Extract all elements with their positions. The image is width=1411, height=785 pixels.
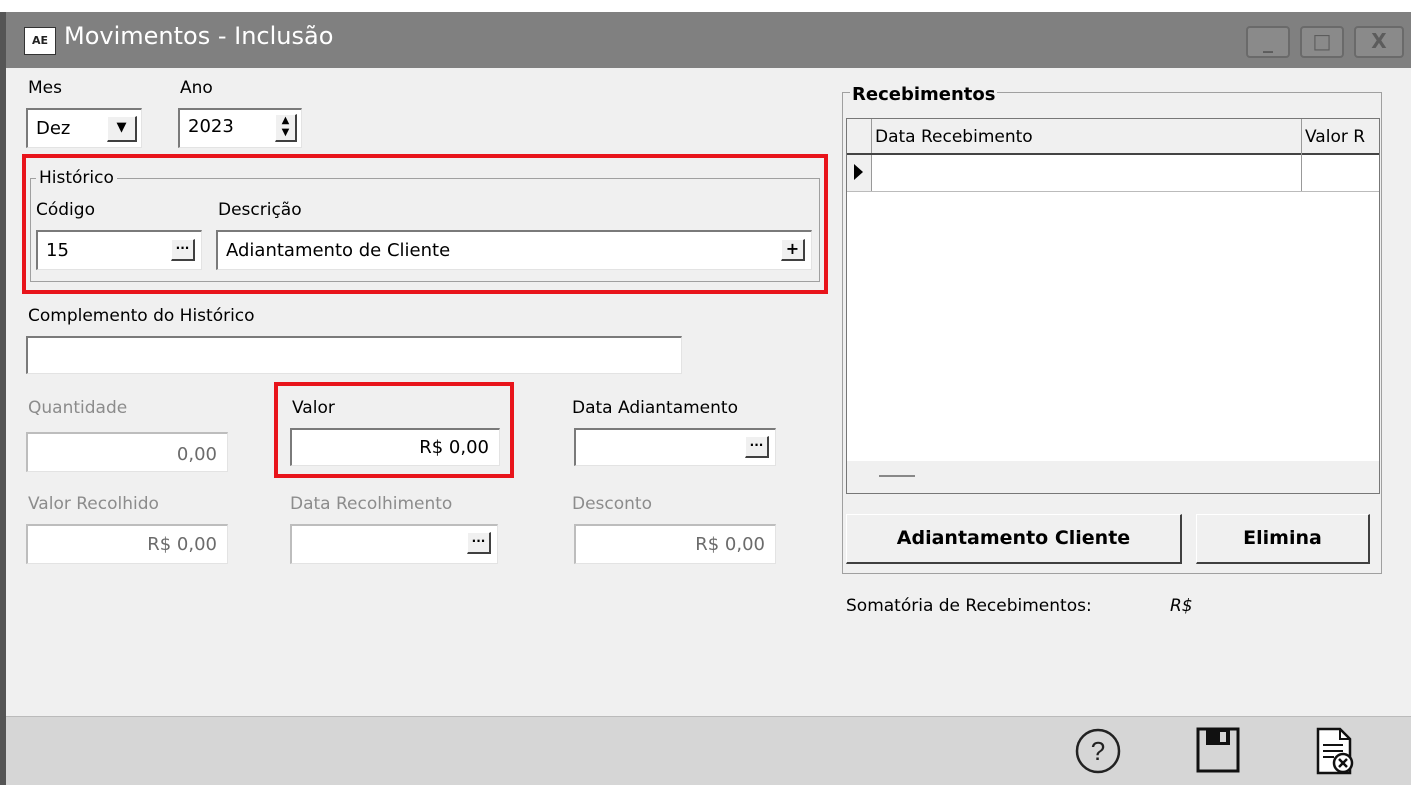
valor-highlight-box xyxy=(274,382,514,478)
recebimentos-grid[interactable]: Data Recebimento Valor R xyxy=(846,118,1380,494)
row-divider xyxy=(847,191,1379,192)
somatoria-label: Somatória de Recebimentos: xyxy=(846,596,1092,616)
data-recolhimento-input[interactable]: ··· xyxy=(290,524,498,564)
app-icon: AE xyxy=(24,27,56,55)
data-recolhimento-label: Data Recolhimento xyxy=(290,494,453,514)
grid-scrollbar[interactable] xyxy=(847,461,1379,493)
quantidade-label: Quantidade xyxy=(28,398,128,418)
help-icon: ? xyxy=(1075,728,1121,774)
ano-label: Ano xyxy=(180,78,213,98)
desconto-value: R$ 0,00 xyxy=(695,534,765,555)
data-adiantamento-label: Data Adiantamento xyxy=(572,398,738,418)
quantidade-input[interactable]: 0,00 xyxy=(26,432,228,472)
grid-corner xyxy=(847,119,872,153)
scrollbar-thumb[interactable] xyxy=(879,475,915,477)
column-header-data-recebimento[interactable]: Data Recebimento xyxy=(875,127,1033,147)
ano-spinner[interactable]: 2023 ▲ ▼ xyxy=(178,108,302,148)
data-adiantamento-input[interactable]: ··· xyxy=(574,428,776,466)
valor-recolhido-input[interactable]: R$ 0,00 xyxy=(26,524,228,564)
title-bar[interactable]: AE Movimentos - Inclusão _ □ X xyxy=(0,12,1411,68)
calendar-ellipsis-icon[interactable]: ··· xyxy=(745,436,769,458)
adiantamento-cliente-button[interactable]: Adiantamento Cliente xyxy=(846,514,1182,564)
ano-value: 2023 xyxy=(188,116,234,137)
complemento-input[interactable] xyxy=(26,336,682,374)
recebimentos-group-label: Recebimentos xyxy=(850,84,998,105)
complemento-label: Complemento do Histórico xyxy=(28,306,255,326)
mes-label: Mes xyxy=(28,78,62,98)
minimize-button[interactable]: _ xyxy=(1246,26,1290,58)
save-icon xyxy=(1196,727,1240,773)
historico-highlight-box xyxy=(22,154,828,294)
current-row-arrow-icon xyxy=(854,164,863,180)
row-indicator xyxy=(847,155,872,191)
column-header-valor[interactable]: Valor R xyxy=(1305,127,1379,147)
quantidade-value: 0,00 xyxy=(176,444,217,465)
save-button[interactable] xyxy=(1194,725,1242,775)
cancel-button[interactable] xyxy=(1310,725,1358,777)
somatoria-value: R$ xyxy=(1170,596,1193,616)
mes-value: Dez xyxy=(36,118,71,139)
chevron-down-icon[interactable]: ▼ xyxy=(107,116,137,142)
mes-select[interactable]: Dez ▼ xyxy=(26,108,142,148)
cancel-document-icon xyxy=(1316,727,1354,775)
window-title: Movimentos - Inclusão xyxy=(64,22,334,50)
desconto-input[interactable]: R$ 0,00 xyxy=(574,524,776,564)
close-button[interactable]: X xyxy=(1354,26,1404,58)
valor-recolhido-value: R$ 0,00 xyxy=(147,534,217,555)
spinner-arrows-icon[interactable]: ▲ ▼ xyxy=(275,114,297,142)
svg-text:?: ? xyxy=(1091,736,1105,766)
elimina-button[interactable]: Elimina xyxy=(1196,514,1370,564)
desconto-label: Desconto xyxy=(572,494,652,514)
valor-recolhido-label: Valor Recolhido xyxy=(28,494,159,514)
help-button[interactable]: ? xyxy=(1074,727,1122,775)
column-divider xyxy=(1301,119,1302,191)
maximize-button[interactable]: □ xyxy=(1300,26,1344,58)
footer-toolbar: ? xyxy=(6,716,1411,785)
calendar-ellipsis-icon[interactable]: ··· xyxy=(467,532,491,554)
